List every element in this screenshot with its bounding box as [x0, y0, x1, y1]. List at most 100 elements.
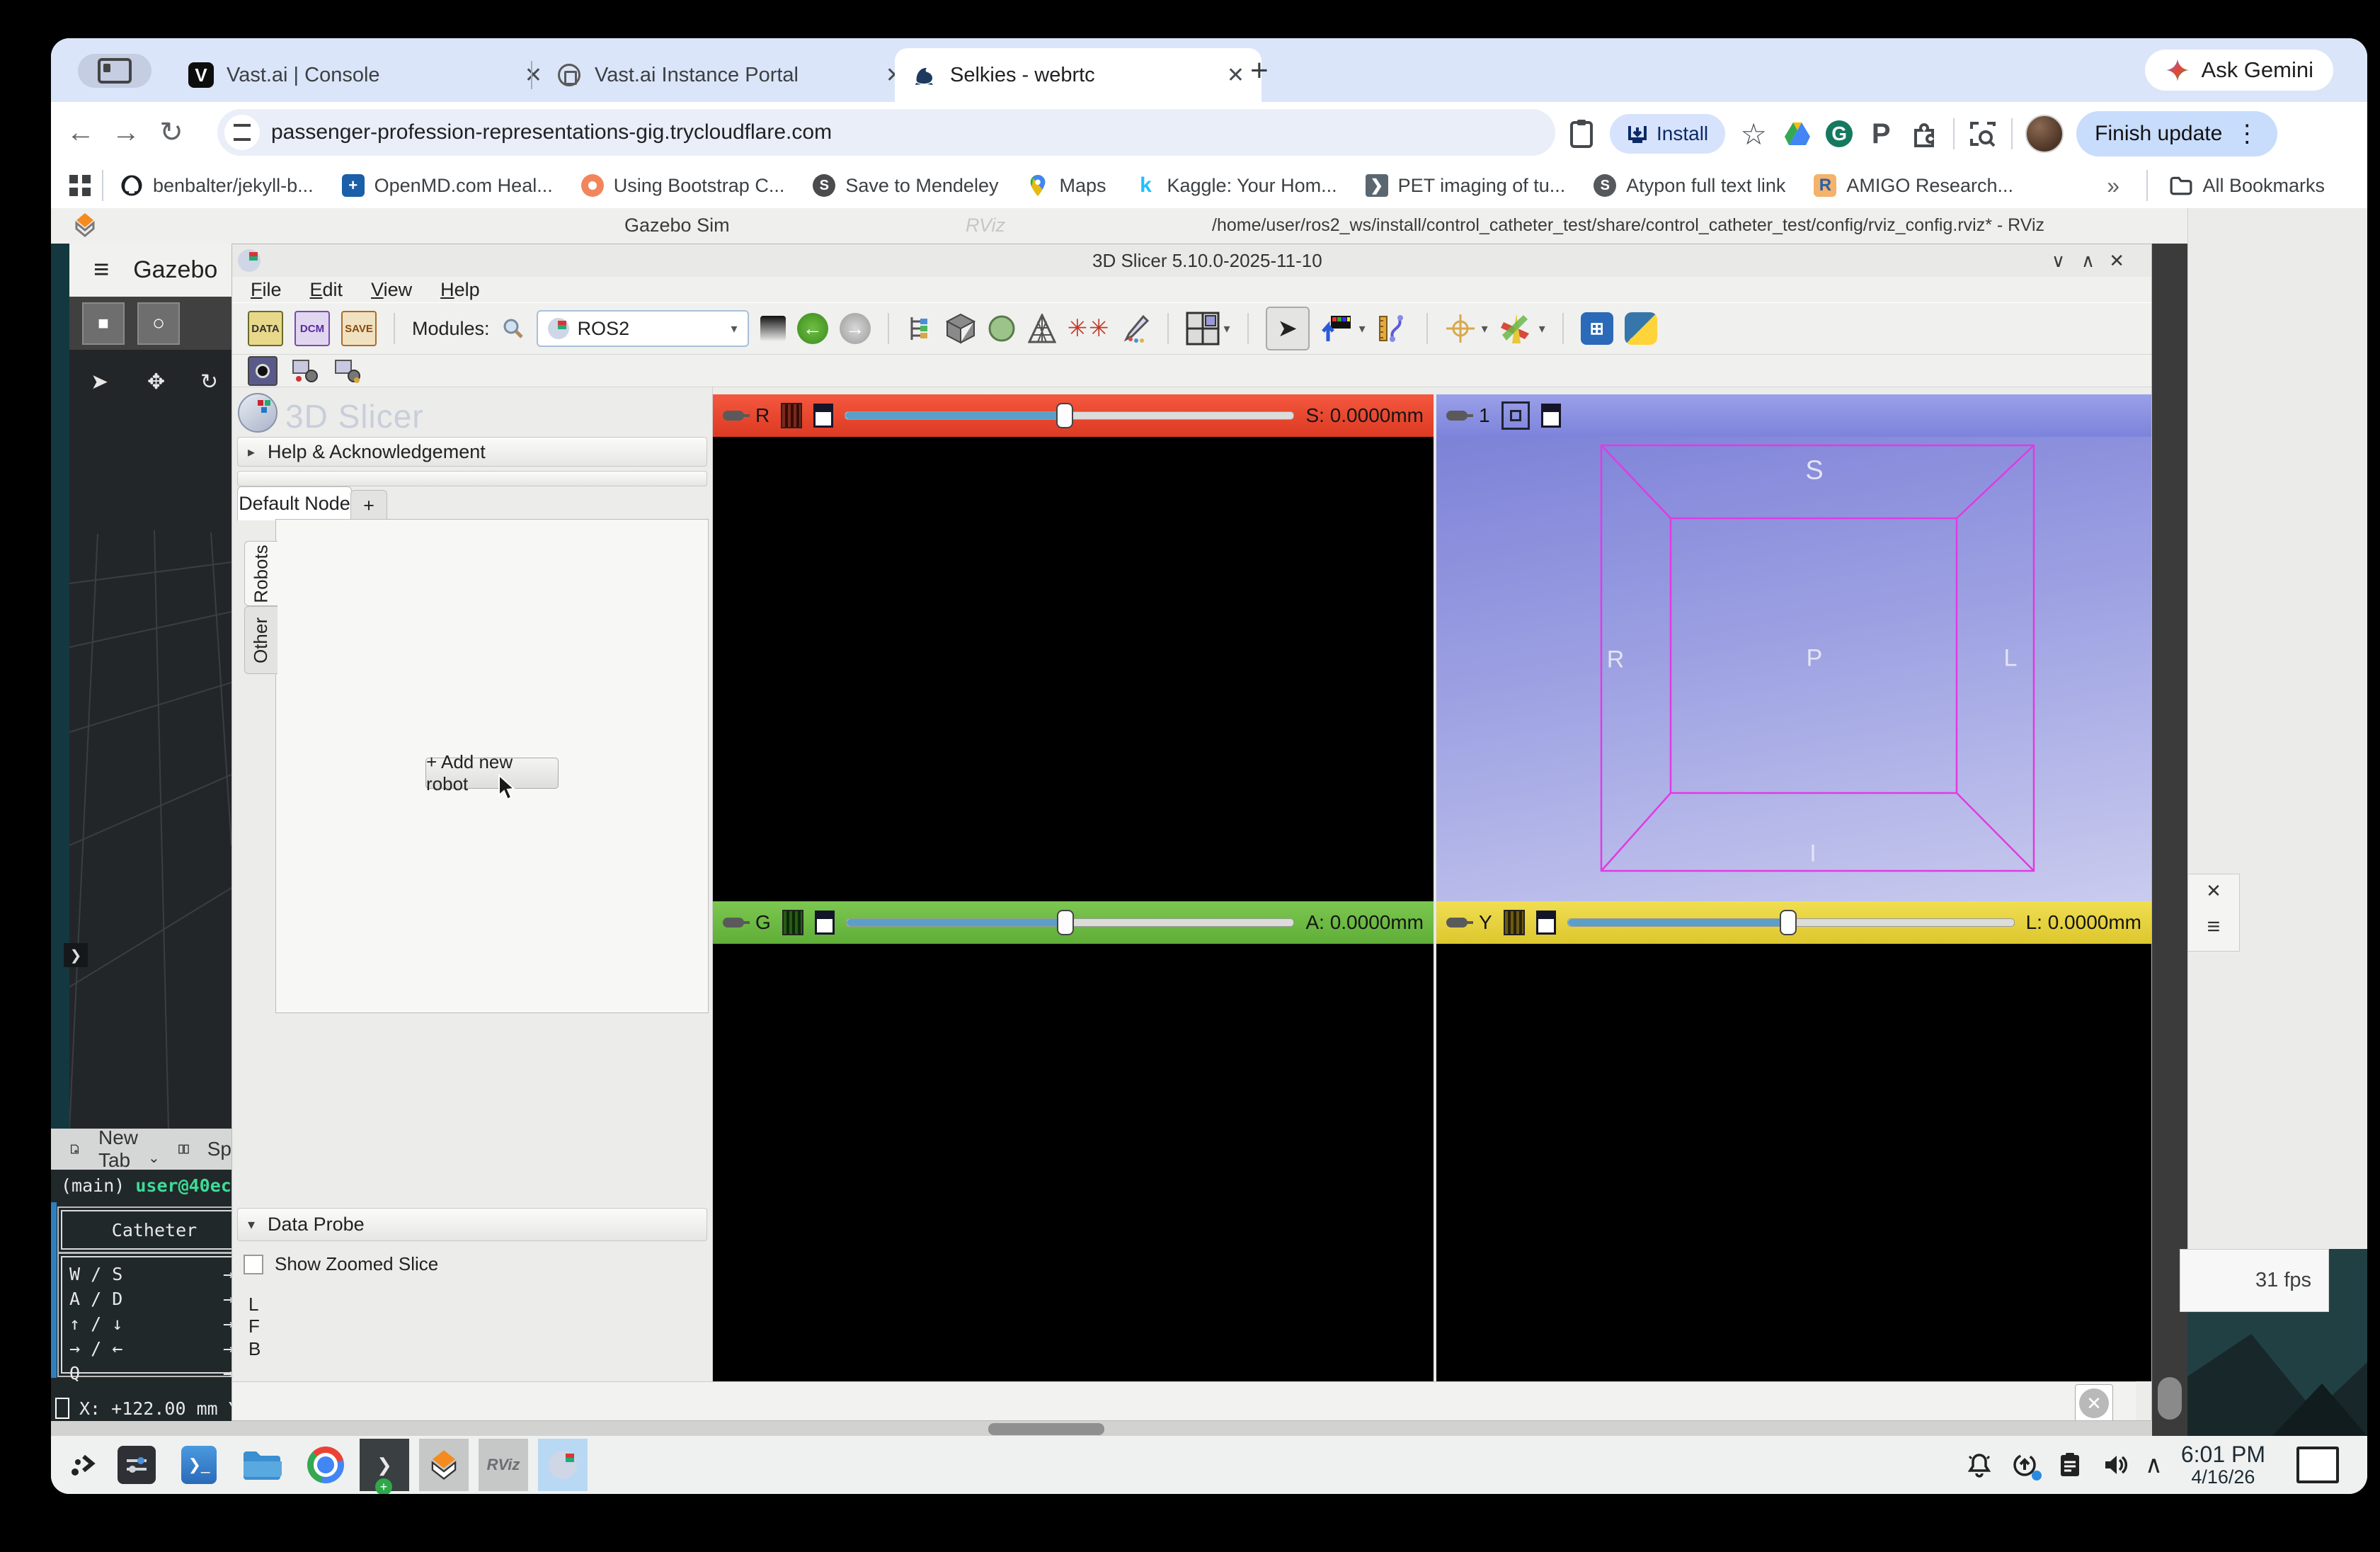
slice-visibility-icon[interactable] [781, 403, 802, 428]
slice-menu-icon[interactable] [1536, 911, 1556, 935]
tab-add-node[interactable]: + [350, 490, 387, 520]
grammarly-extension-icon[interactable]: G [1826, 120, 1853, 147]
clipboard-icon[interactable] [1566, 118, 1597, 149]
dicom-icon[interactable]: DCM [294, 311, 330, 346]
chrome-app-icon[interactable] [307, 1447, 344, 1483]
threed-view-controller[interactable]: 1 [1436, 394, 2151, 437]
red-slice-slider[interactable] [845, 411, 1294, 420]
hscroll-thumb[interactable] [988, 1423, 1104, 1435]
install-button[interactable]: Install [1610, 114, 1725, 154]
module-history-icon[interactable] [760, 316, 786, 341]
subject-hierarchy-icon[interactable] [906, 313, 934, 344]
slice-visibility-icon[interactable] [782, 910, 803, 935]
show-zoomed-slice-checkbox[interactable] [244, 1255, 263, 1274]
show-desktop-button[interactable] [2296, 1447, 2339, 1483]
load-data-icon[interactable]: DATA [248, 311, 283, 346]
view-menu-icon[interactable] [1541, 404, 1561, 428]
back-button[interactable]: ← [58, 117, 103, 149]
bookmark-amigo[interactable]: R AMIGO Research... [1814, 174, 2013, 197]
green-slice-controller[interactable]: G A: 0.0000mm [713, 901, 1434, 944]
clipboard-tray-icon[interactable] [2056, 1451, 2084, 1479]
tray-expand-icon[interactable]: ∧ [2145, 1451, 2163, 1479]
close-panel-button[interactable]: ✕ [2075, 1384, 2113, 1421]
green-slice-slider[interactable] [846, 918, 1295, 927]
bookmark-kaggle[interactable]: k Kaggle: Your Hom... [1135, 174, 1337, 197]
tab-vast-portal[interactable]: Vast.ai Instance Portal ✕ [539, 48, 920, 102]
slice-menu-icon[interactable] [813, 404, 833, 428]
terminal-task-tile[interactable]: ❯ + [360, 1439, 409, 1491]
sphere-tool-button[interactable]: ○ [137, 302, 180, 345]
mouse-mode-button[interactable]: ➤ [1266, 307, 1310, 350]
layout-caret-icon[interactable]: ▾ [1224, 321, 1230, 336]
rviz-task-tile[interactable]: RViz [479, 1439, 528, 1491]
new-tab-button[interactable]: + [1250, 55, 1269, 86]
tab-default-node[interactable]: Default Node [237, 486, 352, 520]
rotate-tool-icon[interactable]: ↻ [200, 370, 218, 394]
window-level-caret-icon[interactable]: ▾ [1359, 321, 1366, 336]
bookmark-openmd[interactable]: + OpenMD.com Heal... [342, 174, 553, 197]
ask-gemini-button[interactable]: Ask Gemini [2145, 50, 2333, 91]
transforms-icon[interactable] [1028, 314, 1056, 343]
bookmark-mendeley[interactable]: S Save to Mendeley [813, 174, 998, 197]
bookmark-github[interactable]: benbalter/jekyll-b... [120, 174, 314, 197]
all-bookmarks-button[interactable]: All Bookmarks [2170, 174, 2325, 197]
slicer-task-tile[interactable] [538, 1439, 588, 1491]
slice-intersections-icon[interactable] [1499, 312, 1533, 345]
select-tool-icon[interactable]: ➤ [91, 370, 108, 394]
site-settings-icon[interactable] [224, 115, 260, 150]
bookmark-pet-imaging[interactable]: ❯ PET imaging of tu... [1366, 174, 1566, 197]
p-extension-icon[interactable]: P [1865, 118, 1896, 150]
tab-vast-console[interactable]: V Vast.ai | Console ✕ [171, 48, 559, 102]
menu-file[interactable]: File [251, 279, 282, 301]
python-console-icon[interactable] [1625, 312, 1657, 345]
module-search-icon[interactable] [501, 316, 525, 341]
threed-view[interactable]: S R P L I [1436, 437, 2151, 901]
pin-icon[interactable] [723, 411, 744, 421]
pin-icon[interactable] [1446, 918, 1468, 928]
drive-extension-icon[interactable] [1782, 121, 1813, 147]
taskbar-clock[interactable]: 6:01 PM 4/16/26 [2181, 1442, 2265, 1488]
bookmark-star-icon[interactable]: ☆ [1738, 117, 1769, 152]
crosshair-icon[interactable] [1445, 313, 1476, 344]
yellow-slice-view[interactable] [1436, 944, 2151, 1381]
box-tool-button[interactable]: ■ [82, 302, 125, 345]
side-tab-other[interactable]: Other [244, 606, 278, 674]
pin-icon[interactable] [723, 918, 744, 928]
crosshair-caret-icon[interactable]: ▾ [1482, 321, 1488, 336]
tab-close-icon[interactable]: ✕ [1227, 63, 1245, 88]
module-selector[interactable]: ROS2 ▾ [537, 310, 749, 347]
lens-search-icon[interactable] [1967, 120, 1998, 147]
window-level-icon[interactable] [1321, 313, 1354, 344]
bookmark-atypon[interactable]: S Atypon full text link [1594, 174, 1785, 197]
updates-icon[interactable] [2010, 1451, 2039, 1479]
data-probe-section[interactable]: ▾ Data Probe [237, 1208, 707, 1241]
menu-help[interactable]: Help [440, 279, 480, 301]
address-bar[interactable]: passenger-profession-representations-gig… [217, 109, 1555, 156]
app-launcher-icon[interactable] [62, 1451, 102, 1479]
module-back-icon[interactable]: ← [797, 313, 828, 344]
bookmark-bootstrap[interactable]: Using Bootstrap C... [581, 174, 785, 197]
save-icon[interactable]: SAVE [341, 311, 377, 346]
menu-edit[interactable]: Edit [310, 279, 343, 301]
profile-avatar[interactable] [2025, 115, 2064, 153]
volume-cube-icon[interactable] [946, 313, 976, 344]
forward-button[interactable]: → [103, 117, 149, 149]
pin-icon[interactable] [1446, 411, 1468, 421]
terminal-split-label[interactable]: Sp [207, 1138, 231, 1160]
scene-restore-icon[interactable] [333, 358, 362, 384]
help-acknowledgement-section[interactable]: ▸ Help & Acknowledgement [237, 437, 707, 467]
notifications-bell-icon[interactable] [1965, 1451, 1993, 1479]
panel-expand-chip[interactable]: ❯ [64, 943, 88, 967]
gazebo-task-tile[interactable] [419, 1439, 469, 1491]
layout-selector-icon[interactable] [1186, 312, 1220, 346]
settings-icon[interactable] [118, 1446, 156, 1484]
yellow-slice-slider[interactable] [1567, 918, 2015, 927]
horizontal-scrollbar[interactable] [51, 1421, 2152, 1437]
terminal-panel[interactable]: (main) user@40ec979 Catheter W / S→ A / … [51, 1170, 231, 1421]
gazebo-viewport[interactable]: ➤ ✥ ↻ [69, 350, 231, 1129]
yellow-slice-controller[interactable]: Y L: 0.0000mm [1436, 901, 2151, 944]
module-forward-icon[interactable]: → [840, 313, 871, 344]
center-view-icon[interactable] [1501, 401, 1530, 430]
slicer-minimize-icon[interactable]: ∨ [2052, 250, 2083, 272]
slicer-close-icon[interactable]: ✕ [2109, 250, 2143, 272]
